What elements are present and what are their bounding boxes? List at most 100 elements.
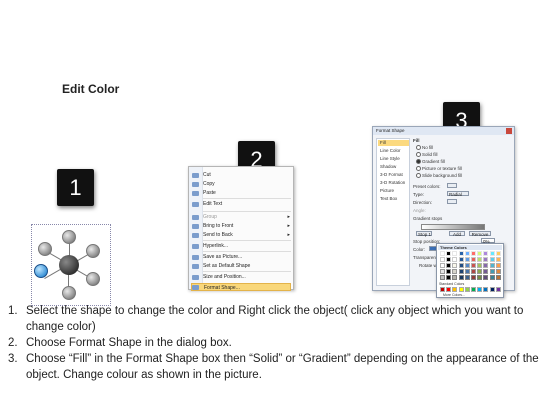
standard-color-swatch[interactable] [483, 287, 489, 292]
menu-item[interactable]: Cut [203, 171, 291, 179]
color-swatch[interactable] [477, 251, 483, 256]
menu-item[interactable]: Copy [203, 180, 291, 188]
menu-item[interactable]: Paste [203, 189, 291, 197]
color-swatch[interactable] [489, 263, 495, 268]
menu-item[interactable]: Format Shape... [191, 283, 291, 291]
color-swatch[interactable] [458, 257, 464, 262]
shape-cluster-graphic[interactable] [27, 218, 111, 306]
color-swatch[interactable] [483, 275, 489, 280]
color-swatch[interactable] [489, 275, 495, 280]
color-swatch[interactable] [452, 269, 458, 274]
color-swatch[interactable] [446, 251, 452, 256]
menu-item[interactable]: Edit Text [203, 200, 291, 208]
fill-option-radio[interactable]: Gradient fill [416, 159, 445, 165]
color-swatch[interactable] [471, 269, 476, 274]
color-swatch[interactable] [477, 275, 483, 280]
fill-option-radio[interactable]: Picture or texture fill [416, 166, 462, 172]
circle-shape[interactable] [62, 230, 76, 244]
stop-dropdown[interactable]: Stop 1 [416, 231, 432, 237]
radio-icon[interactable] [416, 152, 421, 158]
color-swatch[interactable] [495, 269, 501, 274]
circle-shape[interactable] [62, 286, 76, 300]
standard-color-swatch[interactable] [477, 287, 483, 292]
standard-color-swatch[interactable] [495, 287, 501, 292]
color-swatch[interactable] [495, 257, 501, 262]
type-dropdown[interactable]: Radial [447, 191, 469, 197]
menu-item[interactable]: Hyperlink... [203, 242, 291, 250]
menu-item[interactable]: Bring to Front [203, 222, 291, 230]
remove-button[interactable]: Remove [469, 231, 491, 237]
color-swatch[interactable] [495, 251, 501, 256]
radio-icon[interactable] [416, 173, 421, 179]
color-swatch[interactable] [471, 257, 476, 262]
radio-icon[interactable] [416, 145, 421, 151]
dialog-nav-item[interactable]: Picture [378, 188, 409, 194]
more-colors-link[interactable]: More Colors... [443, 293, 465, 297]
color-swatch[interactable] [489, 269, 495, 274]
color-swatch[interactable] [452, 251, 458, 256]
color-swatch[interactable] [483, 257, 489, 262]
color-swatch[interactable] [495, 263, 501, 268]
color-swatch[interactable] [446, 263, 452, 268]
color-swatch[interactable] [446, 257, 452, 262]
dialog-nav-item[interactable]: Text Box [378, 196, 409, 202]
selected-circle-shape[interactable] [34, 264, 48, 278]
standard-color-swatch[interactable] [464, 287, 470, 292]
color-swatch[interactable] [440, 269, 445, 274]
color-swatch[interactable] [483, 263, 489, 268]
color-swatch[interactable] [458, 275, 464, 280]
color-swatch[interactable] [489, 251, 495, 256]
standard-color-swatch[interactable] [471, 287, 476, 292]
circle-shape[interactable] [86, 244, 100, 258]
radio-icon[interactable] [416, 166, 421, 172]
color-swatch[interactable] [464, 251, 470, 256]
standard-color-swatch[interactable] [440, 287, 445, 292]
preset-colors-dropdown[interactable] [447, 183, 457, 188]
direction-dropdown[interactable] [447, 199, 457, 204]
color-swatch[interactable] [477, 269, 483, 274]
standard-color-swatch[interactable] [446, 287, 452, 292]
color-swatch[interactable] [483, 251, 489, 256]
color-swatch[interactable] [452, 257, 458, 262]
close-icon[interactable] [506, 128, 512, 134]
color-swatch[interactable] [471, 263, 476, 268]
color-swatch[interactable] [440, 251, 445, 256]
color-swatch[interactable] [458, 263, 464, 268]
color-swatch[interactable] [452, 275, 458, 280]
standard-color-swatch[interactable] [458, 287, 464, 292]
menu-item[interactable]: Save as Picture... [203, 253, 291, 261]
color-swatch[interactable] [471, 251, 476, 256]
color-swatch[interactable] [446, 269, 452, 274]
color-swatch[interactable] [440, 263, 445, 268]
standard-color-swatch[interactable] [452, 287, 458, 292]
color-swatch[interactable] [464, 257, 470, 262]
center-circle-shape[interactable] [59, 255, 79, 275]
color-swatch[interactable] [483, 269, 489, 274]
color-swatch[interactable] [489, 257, 495, 262]
color-swatch[interactable] [446, 275, 452, 280]
circle-shape[interactable] [38, 242, 52, 256]
gradient-bar[interactable] [421, 224, 485, 230]
color-swatch[interactable] [464, 275, 470, 280]
add-button[interactable]: Add [449, 231, 465, 237]
color-swatch[interactable] [458, 269, 464, 274]
circle-shape[interactable] [86, 272, 100, 286]
color-swatch[interactable] [440, 257, 445, 262]
standard-color-swatch[interactable] [489, 287, 495, 292]
dialog-nav-item[interactable]: Shadow [378, 164, 409, 170]
radio-icon[interactable] [416, 159, 421, 165]
menu-item[interactable]: Group [203, 213, 291, 221]
fill-option-radio[interactable]: No fill [416, 145, 433, 151]
color-swatch[interactable] [464, 263, 470, 268]
menu-item[interactable]: Set as Default Shape [203, 262, 291, 270]
fill-option-radio[interactable]: Solid fill [416, 152, 438, 158]
menu-item[interactable]: Size and Position... [203, 273, 291, 281]
menu-item[interactable]: Send to Back [203, 231, 291, 239]
dialog-nav-item[interactable]: Fill [378, 140, 409, 146]
dialog-nav-item[interactable]: Line Color [378, 148, 409, 154]
dialog-nav-item[interactable]: 3-D Format [378, 172, 409, 178]
color-swatch[interactable] [477, 263, 483, 268]
color-swatch[interactable] [471, 275, 476, 280]
color-swatch[interactable] [464, 269, 470, 274]
color-swatch[interactable] [458, 251, 464, 256]
